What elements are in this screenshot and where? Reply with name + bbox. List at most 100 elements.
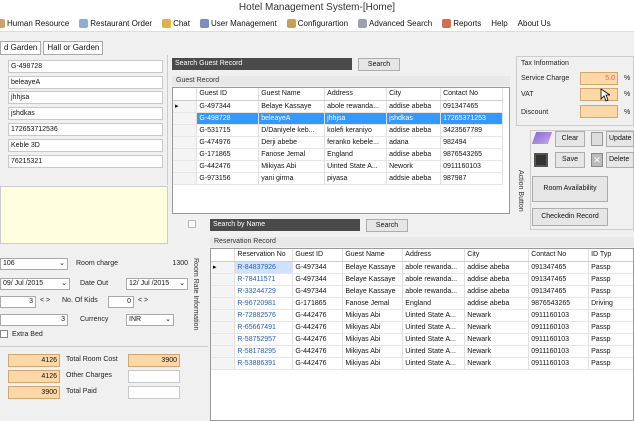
city-field[interactable]: jshdkas [8, 107, 163, 120]
table-cell[interactable]: 0911160103 [528, 309, 590, 322]
table-cell[interactable]: 091347465 [528, 273, 590, 286]
table-cell[interactable]: Passp [588, 333, 633, 346]
row-selector[interactable] [173, 112, 198, 125]
table-cell[interactable]: Newark [464, 309, 530, 322]
table-cell[interactable]: Mikiyas Abi [342, 357, 404, 370]
guest-search-input[interactable]: Search Guest Record [172, 58, 352, 70]
column-header[interactable]: Address [402, 249, 466, 262]
table-cell[interactable]: G-497344 [292, 285, 344, 298]
table-row[interactable]: G-498728 beleayeA jhhjsa jshdkas 17265371253 [173, 112, 503, 125]
table-cell[interactable]: Passp [588, 273, 633, 286]
table-cell[interactable]: 9876543265 [528, 297, 590, 310]
table-cell[interactable]: 982494 [440, 136, 503, 149]
row-selector[interactable] [211, 321, 236, 334]
table-row[interactable]: G-531715 D/Daniyele keb... kolefi keraniyo… [173, 124, 503, 137]
table-row[interactable]: R-53886391 G-442476 Mikiyas Abi Uinted Stat… [211, 357, 633, 370]
extra-bed-checkbox[interactable] [0, 330, 8, 338]
table-cell[interactable]: addise abeba [464, 297, 530, 310]
kids-input[interactable]: 0 [108, 296, 134, 308]
column-header[interactable]: Reservation No [234, 249, 294, 262]
table-cell[interactable]: addise abeba [464, 285, 530, 298]
adults-input[interactable]: 3 [0, 296, 36, 308]
column-header[interactable]: Contact No [440, 88, 503, 101]
row-selector[interactable] [173, 160, 198, 173]
table-cell[interactable]: Uinted State A... [402, 309, 466, 322]
row-selector[interactable] [173, 136, 198, 149]
delete-button[interactable]: Delete [606, 152, 634, 168]
table-cell[interactable]: Mikiyas Abi [342, 345, 404, 358]
table-cell[interactable]: Uinted State A... [402, 321, 466, 334]
table-cell[interactable]: 0911160103 [440, 160, 503, 173]
nights-input[interactable]: 3 [0, 314, 68, 326]
table-row[interactable]: R-33244729 G-497344 Belaye Kassaye abole re… [211, 285, 633, 298]
table-cell[interactable]: G-973156 [196, 172, 260, 185]
table-cell[interactable]: Passp [588, 309, 633, 322]
row-selector[interactable] [211, 273, 236, 286]
table-row[interactable]: R-96720981 G-171865 Fanose Jemal England add… [211, 297, 633, 310]
menu-item-restaurant-order[interactable]: Restaurant Order [79, 19, 152, 28]
column-header[interactable]: Guest ID [292, 249, 344, 262]
date-in-picker[interactable]: 09/ Jul /2015 ⌄ [0, 278, 70, 290]
column-header[interactable]: City [386, 88, 442, 101]
table-row[interactable]: R-72882576 G-442476 Mikiyas Abi Uinted Stat… [211, 309, 633, 322]
table-cell[interactable]: Mikiyas Abi [258, 160, 326, 173]
table-row[interactable]: ▸ R-84837926 G-497344 Belaye Kassaye abole r… [211, 261, 633, 274]
table-cell[interactable]: R-72882576 [234, 309, 294, 322]
row-selector[interactable] [211, 333, 236, 346]
menu-item-reports[interactable]: Reports [442, 19, 481, 28]
row-selector[interactable]: ▸ [211, 261, 236, 274]
table-cell[interactable]: G-442476 [292, 333, 344, 346]
table-cell[interactable]: 091347465 [440, 100, 503, 113]
table-cell[interactable]: R-33244729 [234, 285, 294, 298]
table-cell[interactable]: addsie abeba [386, 172, 442, 185]
table-cell[interactable]: 091347465 [528, 261, 590, 274]
table-cell[interactable]: addise abeba [386, 148, 442, 161]
vat-field[interactable] [580, 88, 618, 101]
table-cell[interactable]: Belaye Kassaye [342, 273, 404, 286]
table-cell[interactable]: adana [386, 136, 442, 149]
table-cell[interactable]: Newark [464, 333, 530, 346]
table-cell[interactable]: Passp [588, 321, 633, 334]
table-cell[interactable]: Uinted State A... [402, 345, 466, 358]
table-cell[interactable]: G-171865 [292, 297, 344, 310]
table-cell[interactable]: Derji abebe [258, 136, 326, 149]
room-availability-button[interactable]: Room Availability [532, 176, 608, 202]
table-cell[interactable]: G-497344 [292, 273, 344, 286]
room-number-select[interactable]: 106 ⌄ [0, 258, 68, 270]
table-cell[interactable]: abole rewanda... [402, 285, 466, 298]
table-cell[interactable]: Mikiyas Abi [342, 321, 404, 334]
row-selector[interactable] [173, 124, 198, 137]
table-cell[interactable]: R-65667491 [234, 321, 294, 334]
clear-button[interactable]: Clear [555, 131, 585, 147]
table-cell[interactable]: R-53886391 [234, 357, 294, 370]
table-cell[interactable]: addise abeba [464, 261, 530, 274]
row-selector[interactable] [211, 345, 236, 358]
table-cell[interactable]: D/Daniyele keb... [258, 124, 326, 137]
table-cell[interactable]: Mikiyas Abi [342, 333, 404, 346]
table-cell[interactable]: abole rewanda... [402, 273, 466, 286]
table-cell[interactable]: England [324, 148, 388, 161]
table-cell[interactable]: Uinted State A... [324, 160, 388, 173]
table-cell[interactable]: R-58178295 [234, 345, 294, 358]
row-selector[interactable]: ▸ [173, 100, 198, 113]
total-paid-field[interactable] [128, 386, 180, 399]
table-cell[interactable]: kolefi keraniyo [324, 124, 388, 137]
table-cell[interactable]: 0911160103 [528, 333, 590, 346]
column-header[interactable]: Guest ID [196, 88, 260, 101]
table-cell[interactable]: G-531715 [196, 124, 260, 137]
table-cell[interactable]: 9876543265 [440, 148, 503, 161]
table-cell[interactable]: Uinted State A... [402, 333, 466, 346]
table-row[interactable]: G-171865 Fanose Jemal England addise abeba 9… [173, 148, 503, 161]
table-cell[interactable]: addise abeba [386, 124, 442, 137]
contact-field[interactable]: 172653712536 [8, 123, 163, 136]
table-row[interactable]: ▸ G-497344 Belaye Kassaye abole rewanda... a… [173, 100, 503, 113]
tab-hall-or-garden[interactable]: Hall or Garden [43, 41, 104, 55]
table-cell[interactable]: G-498728 [196, 112, 260, 125]
table-cell[interactable]: Uinted State A... [402, 357, 466, 370]
table-cell[interactable]: Mikiyas Abi [342, 309, 404, 322]
table-cell[interactable]: jhhjsa [324, 112, 388, 125]
menu-item-advanced-search[interactable]: Advanced Search [358, 19, 432, 28]
column-header[interactable]: Address [324, 88, 388, 101]
table-cell[interactable]: 091347465 [528, 285, 590, 298]
table-cell[interactable]: yani girma [258, 172, 326, 185]
